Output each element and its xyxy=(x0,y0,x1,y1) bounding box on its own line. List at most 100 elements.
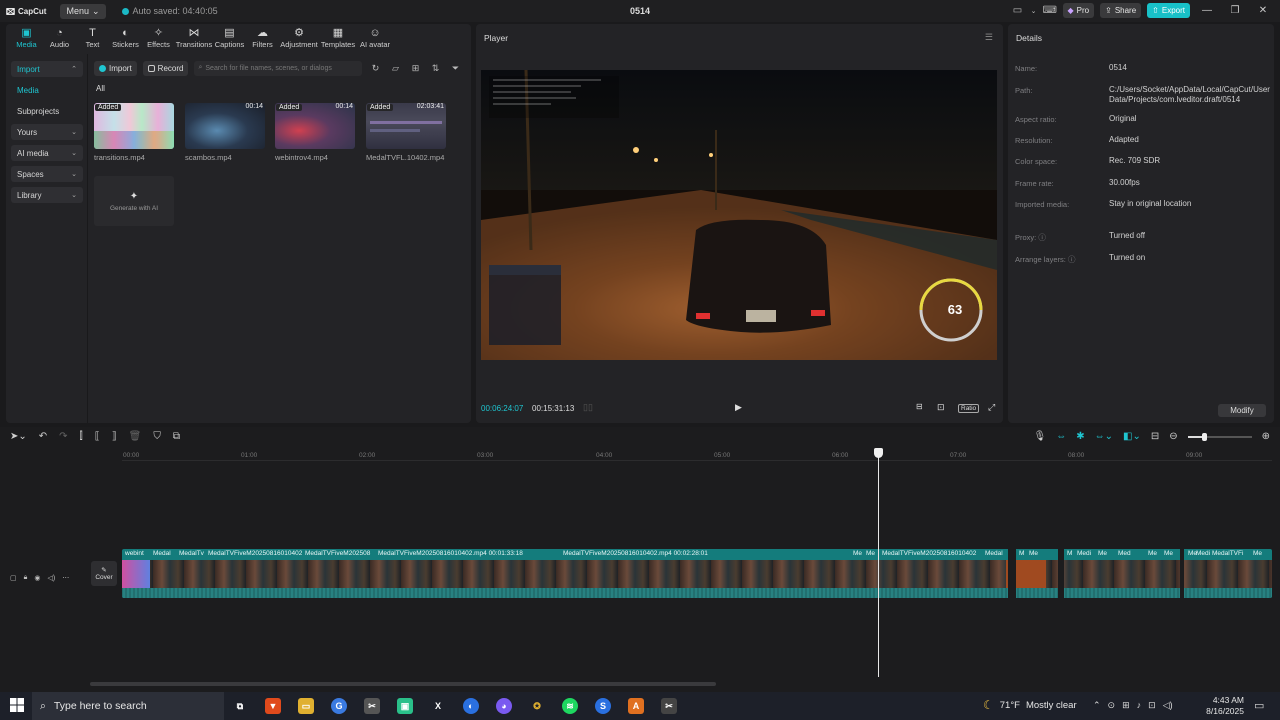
sidebar-item-library[interactable]: Library ⌄ xyxy=(11,187,83,203)
tab-captions[interactable]: ▤ Captions xyxy=(213,27,246,51)
zoom-out-icon[interactable]: ⊖ xyxy=(1169,431,1177,442)
file-explorer-icon[interactable]: ▭ xyxy=(298,698,314,714)
close-icon[interactable]: ✕ xyxy=(1252,5,1274,16)
play-icon[interactable]: ▶ xyxy=(735,402,742,413)
volume-icon[interactable]: ◁) xyxy=(1163,700,1173,711)
undo-icon[interactable]: ↶ xyxy=(39,431,47,442)
playhead[interactable] xyxy=(878,449,879,677)
tab-effects[interactable]: ✧ Effects xyxy=(142,27,175,51)
shield-icon[interactable]: ⛉ xyxy=(153,431,161,442)
tab-ai-avatar[interactable]: ☺ AI avatar xyxy=(357,27,393,51)
zoom-slider[interactable] xyxy=(1187,432,1252,441)
playhead-handle[interactable] xyxy=(874,448,883,458)
tray-app-icon[interactable]: ⊙ xyxy=(1108,700,1116,711)
media-item[interactable]: Added transitions.mp4 xyxy=(94,103,174,162)
tab-stickers[interactable]: ◐ Stickers xyxy=(109,27,142,51)
tab-audio[interactable]: ◔ Audio xyxy=(43,27,76,51)
export-button[interactable]: ⇧ Export xyxy=(1147,3,1190,18)
split-right-icon[interactable]: ⟧ xyxy=(112,431,117,442)
tab-filters[interactable]: ☁ Filters xyxy=(246,27,279,51)
microphone-icon[interactable]: 🎙 xyxy=(1034,431,1047,442)
cover-button[interactable]: ✎ Cover xyxy=(91,561,117,586)
hamburger-icon[interactable]: ☰ xyxy=(985,32,993,43)
app-icon[interactable]: ◐ xyxy=(463,698,479,714)
sidebar-item-import[interactable]: Import ⌃ xyxy=(11,61,83,77)
ratio-button[interactable]: Ratio xyxy=(958,404,980,413)
sidebar-item-media[interactable]: Media xyxy=(11,82,83,98)
select-tool-icon[interactable]: ➤⌄ xyxy=(10,431,27,442)
app-icon[interactable]: A xyxy=(628,698,644,714)
pro-button[interactable]: ◆ Pro xyxy=(1062,3,1095,18)
delete-icon[interactable]: 🗑 xyxy=(129,431,142,442)
redo-icon[interactable]: ↷ xyxy=(59,431,67,442)
video-preview[interactable]: 63 xyxy=(481,70,997,360)
zoom-in-icon[interactable]: ⊕ xyxy=(1262,431,1270,442)
spotify-icon[interactable]: ≋ xyxy=(562,698,578,714)
fullscreen-icon[interactable]: ⤢ xyxy=(988,402,995,413)
sidebar-item-subprojects[interactable]: Subprojects xyxy=(11,103,83,119)
share-button[interactable]: ⇪ Share xyxy=(1100,3,1142,18)
menu-button[interactable]: Menu ⌄ xyxy=(60,3,106,19)
capcut-icon[interactable]: ✂ xyxy=(364,698,380,714)
taskbar-search-input[interactable]: ⌕ Type here to search xyxy=(32,692,224,720)
sort-icon[interactable]: ⇅ xyxy=(428,63,442,74)
chevron-down-icon[interactable]: ⌄ xyxy=(1031,7,1037,15)
tab-transitions[interactable]: ⋈ Transitions xyxy=(175,27,213,51)
weather-widget[interactable]: ☾ 71°F Mostly clear xyxy=(983,698,1077,712)
capcut-icon[interactable]: ✂ xyxy=(661,698,677,714)
eye-icon[interactable]: ◉ xyxy=(34,574,40,582)
info-icon[interactable]: ⓘ xyxy=(1068,255,1076,264)
generate-with-ai-button[interactable]: ✦ Generate with AI xyxy=(94,176,174,226)
tab-text[interactable]: T Text xyxy=(76,27,109,51)
split-left-icon[interactable]: ⟦ xyxy=(95,431,100,442)
folder-icon[interactable]: ▱ xyxy=(388,63,402,74)
sidebar-item-spaces[interactable]: Spaces ⌄ xyxy=(11,166,83,182)
media-item[interactable]: Added 00:14 webintrov4.mp4 xyxy=(275,103,355,162)
tray-app-icon[interactable]: ⊞ xyxy=(1122,700,1130,711)
notification-icon[interactable]: ▭ xyxy=(1254,699,1264,712)
timeline-scrollbar[interactable] xyxy=(90,682,716,686)
x-app-icon[interactable]: X xyxy=(430,698,446,714)
network-icon[interactable]: ⊡ xyxy=(1148,700,1156,711)
keyboard-icon[interactable]: ⌨ xyxy=(1043,5,1057,16)
lock-icon[interactable]: 🔒︎ xyxy=(24,574,28,582)
minimize-icon[interactable]: — xyxy=(1196,5,1218,16)
record-button[interactable]: Record xyxy=(142,60,189,76)
filter-icon[interactable]: ⏷ xyxy=(448,63,462,74)
layout-icon[interactable]: ▭ xyxy=(1011,5,1025,16)
brave-icon[interactable]: ▼ xyxy=(265,698,281,714)
tab-adjustment[interactable]: ⚙ Adjustment xyxy=(279,27,319,51)
sidebar-item-ai-media[interactable]: AI media ⌄ xyxy=(11,145,83,161)
media-search-input[interactable]: ⌕ Search for file names, scenes, or dialo… xyxy=(194,60,363,76)
tab-templates[interactable]: ▦ Templates xyxy=(319,27,357,51)
chrome-icon[interactable]: G xyxy=(331,698,347,714)
windows-start-icon[interactable] xyxy=(10,698,24,712)
import-button[interactable]: Import xyxy=(94,60,137,76)
tab-media[interactable]: ▣ Media xyxy=(10,27,43,51)
caption-toggle-icon[interactable]: ⊟ xyxy=(1151,431,1159,442)
sidebar-item-yours[interactable]: Yours ⌄ xyxy=(11,124,83,140)
grid-view-icon[interactable]: ⊞ xyxy=(408,63,422,74)
track-select-icon[interactable]: ▢ xyxy=(10,574,17,582)
task-view-icon[interactable]: ⧉ xyxy=(232,698,248,714)
magnet-icon[interactable]: ✱ xyxy=(1076,431,1084,442)
microphone-icon[interactable]: ♪ xyxy=(1137,700,1142,711)
restore-icon[interactable]: ❐ xyxy=(1224,5,1246,16)
taskbar-clock[interactable]: 4:43 AM 8/16/2025 xyxy=(1204,695,1244,717)
modify-button[interactable]: Modify xyxy=(1218,404,1266,417)
linkage-icon[interactable]: ⇔⌄ xyxy=(1095,431,1113,442)
media-item[interactable]: 00:14 scambos.mp4 xyxy=(185,103,265,162)
info-icon[interactable]: ⓘ xyxy=(1038,233,1046,242)
link-main-track-icon[interactable]: ⇔ xyxy=(1056,431,1066,442)
medal-icon[interactable]: ✪ xyxy=(529,698,545,714)
snapshot-icon[interactable]: ⊡ xyxy=(937,402,945,413)
more-icon[interactable]: ⋯ xyxy=(62,574,69,582)
chevron-up-icon[interactable]: ⌃ xyxy=(1093,700,1101,711)
full-quality-icon[interactable]: ⊟ xyxy=(916,402,923,411)
preview-axis-icon[interactable]: ◧⌄ xyxy=(1123,431,1141,442)
volume-icon[interactable]: ◁) xyxy=(47,574,55,582)
discord-icon[interactable]: ◕ xyxy=(496,698,512,714)
refresh-icon[interactable]: ↻ xyxy=(368,63,382,74)
timeline-mode-icon[interactable]: ▯▯ xyxy=(583,402,593,413)
media-item[interactable]: Added 02:03:41 MedalTVFL.10402.mp4 xyxy=(366,103,446,162)
